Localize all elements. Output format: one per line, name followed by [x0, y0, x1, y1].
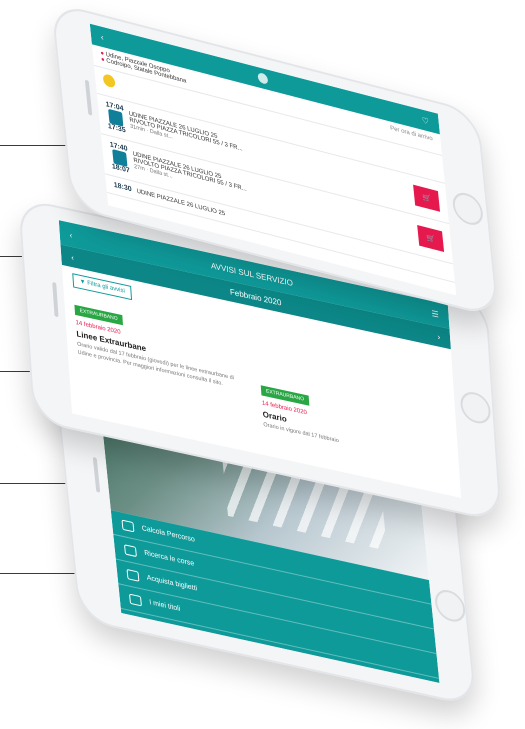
prev-month-icon[interactable]: ‹ — [71, 252, 74, 262]
home-button[interactable] — [451, 189, 485, 229]
menu-label: Ricerca le corse — [143, 549, 195, 568]
menu-label: Acquista biglietti — [146, 574, 198, 593]
search-icon — [123, 543, 137, 557]
speaker-slot — [52, 281, 59, 318]
menu-icon[interactable]: ☰ — [431, 308, 439, 319]
cart-icon: 🛒 — [422, 194, 432, 204]
cart-icon: 🛒 — [426, 234, 436, 244]
arrival-time: 17:35 — [107, 122, 127, 135]
favorite-icon[interactable]: ♡ — [421, 115, 429, 126]
speaker-slot — [84, 79, 93, 116]
menu-label: Calcola Percorso — [141, 524, 196, 544]
home-button[interactable] — [433, 587, 467, 625]
arrival-time: 18:07 — [111, 162, 131, 175]
news-card[interactable]: EXTRAURBANO 14 febbraio 2020 Linee Extra… — [74, 298, 250, 427]
buy-ticket-button[interactable]: 🛒 — [417, 225, 445, 253]
speaker-slot — [92, 456, 101, 493]
departure-time: 18:30 — [113, 181, 133, 194]
menu-label: I miei titoli — [148, 598, 181, 613]
news-card[interactable]: EXTRAURBANO 14 febbraio 2020 Orario Orar… — [260, 378, 433, 466]
buy-ticket-button[interactable]: 🛒 — [413, 184, 441, 212]
sort-icon[interactable] — [102, 73, 116, 89]
back-icon[interactable]: ‹ — [69, 230, 72, 240]
back-icon[interactable]: ‹ — [100, 32, 104, 42]
ticket-icon — [126, 568, 140, 582]
route-icon — [121, 519, 135, 532]
next-month-icon[interactable]: › — [437, 332, 440, 342]
logo-small-icon — [257, 71, 269, 85]
wallet-icon — [128, 593, 142, 606]
filter-label: Filtra gli avvisi — [87, 280, 126, 295]
home-button[interactable] — [459, 389, 492, 427]
